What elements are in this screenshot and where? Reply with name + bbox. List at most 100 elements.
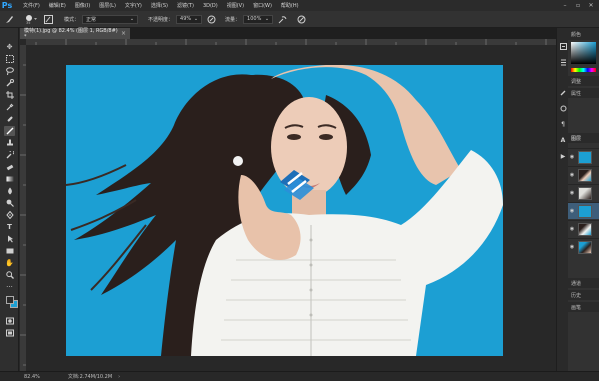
photoshop-logo: Ps [1, 1, 13, 10]
status-bar: 82.4% 文档:2.74M/10.2M › [0, 371, 599, 381]
opacity-label: 不透明度： [148, 16, 174, 23]
zoom-level[interactable]: 82.4% [24, 374, 40, 380]
properties-panel-icon[interactable] [559, 58, 567, 66]
layer-row[interactable]: ◉ [568, 184, 599, 201]
channels-label[interactable]: 通道 [571, 280, 581, 287]
quick-select-icon[interactable] [4, 78, 15, 88]
opacity-value: 49% [180, 16, 192, 22]
screen-mode-icon[interactable] [4, 328, 15, 338]
document-tab-bar: 模特(1).jpg @ 82.4% (图层 1, RGB/8#) * × [20, 28, 556, 40]
layers-label[interactable]: 图层 [571, 135, 581, 142]
brush-icon[interactable] [4, 126, 15, 136]
layer-thumbnail [578, 240, 592, 254]
close-icon[interactable]: × [121, 30, 126, 37]
brush-panel-icon[interactable] [559, 88, 567, 96]
eyedropper-icon[interactable] [4, 102, 15, 112]
eye-icon[interactable]: ◉ [568, 154, 576, 160]
vertical-ruler [20, 45, 26, 371]
eye-icon[interactable]: ◉ [568, 208, 576, 214]
chevron-down-icon: ⌄ [193, 16, 199, 22]
adjustments-header: 调整 [568, 76, 599, 86]
menu-type[interactable]: 文字(Y) [125, 2, 142, 9]
menu-help[interactable]: 帮助(H) [281, 2, 299, 9]
lasso-icon[interactable] [4, 66, 15, 76]
pressure-size-icon[interactable] [296, 14, 307, 25]
menu-filter[interactable]: 滤镜(T) [177, 2, 194, 9]
path-select-icon[interactable] [4, 234, 15, 244]
pressure-opacity-icon[interactable] [206, 14, 217, 25]
layer-row-selected[interactable]: ◉ [568, 202, 599, 219]
eraser-icon[interactable] [4, 162, 15, 172]
actions-panel-icon[interactable]: ▶ [559, 152, 567, 160]
horizontal-ruler [26, 39, 556, 45]
airbrush-icon[interactable] [277, 14, 288, 25]
clone-stamp-icon[interactable] [4, 138, 15, 148]
layer-row[interactable]: ◉ [568, 148, 599, 165]
menu-edit[interactable]: 编辑(E) [49, 2, 66, 9]
shape-icon[interactable] [4, 246, 15, 256]
canvas-image[interactable] [66, 65, 503, 356]
restore-icon[interactable]: ▫ [573, 1, 583, 10]
color-panel-label: 颜色 [571, 32, 582, 38]
layer-thumbnail [578, 222, 592, 236]
color-picker-field[interactable] [571, 42, 596, 64]
menu-select[interactable]: 选择(S) [151, 2, 168, 9]
history-panel-icon[interactable] [559, 42, 567, 50]
eye-icon[interactable]: ◉ [568, 226, 576, 232]
eye-icon[interactable]: ◉ [568, 172, 576, 178]
minimize-icon[interactable]: – [560, 1, 570, 10]
clone-source-icon[interactable] [559, 104, 567, 112]
menu-image[interactable]: 图像(I) [75, 2, 90, 9]
history-brush-icon[interactable] [4, 150, 15, 160]
panel-icon-strip: ¶ A ▶ [556, 28, 568, 371]
layer-row[interactable]: ◉ [568, 238, 599, 255]
layer-row[interactable]: ◉ [568, 166, 599, 183]
crop-icon[interactable] [4, 90, 15, 100]
quick-mask-icon[interactable] [4, 316, 15, 326]
brush-preset-picker[interactable]: 35 [23, 14, 39, 25]
menu-window[interactable]: 窗口(W) [253, 2, 272, 9]
menu-view[interactable]: 视图(V) [227, 2, 244, 9]
tools-panel: ✥ T ✋ ··· [0, 28, 19, 371]
history-header: 历史 [568, 290, 599, 300]
brush-tool-icon[interactable] [4, 14, 15, 25]
blur-icon[interactable] [4, 186, 15, 196]
brush-panel-toggle-icon[interactable] [43, 14, 54, 25]
type-icon[interactable]: T [4, 222, 15, 232]
document-tab[interactable]: 模特(1).jpg @ 82.4% (图层 1, RGB/8#) * × [20, 28, 130, 40]
close-window-icon[interactable]: ✕ [586, 1, 596, 10]
color-swatches[interactable] [2, 294, 18, 310]
mode-label: 模式： [64, 16, 80, 23]
chevron-right-icon[interactable]: › [118, 374, 120, 380]
foreground-color-swatch[interactable] [6, 296, 14, 304]
character-panel-icon[interactable]: A [559, 136, 567, 144]
history-label[interactable]: 历史 [571, 292, 581, 299]
move-icon[interactable]: ✥ [4, 42, 15, 52]
gradient-icon[interactable] [4, 174, 15, 184]
zoom-icon[interactable] [4, 270, 15, 280]
menu-file[interactable]: 文件(F) [23, 2, 40, 9]
layer-row[interactable]: ◉ [568, 220, 599, 237]
opacity-input[interactable]: 49% ⌄ [176, 14, 203, 24]
dodge-icon[interactable] [4, 198, 15, 208]
menu-3d[interactable]: 3D(D) [203, 3, 218, 9]
channels-header: 通道 [568, 278, 599, 288]
flow-label: 流量： [225, 16, 241, 23]
flow-value: 100% [247, 16, 262, 22]
hand-icon[interactable]: ✋ [4, 258, 15, 268]
pen-icon[interactable] [4, 210, 15, 220]
more-tools-icon[interactable]: ··· [4, 282, 15, 292]
paragraph-panel-icon[interactable]: ¶ [559, 120, 567, 128]
menu-layer[interactable]: 图层(L) [99, 2, 116, 9]
layer-thumbnail [578, 204, 592, 218]
healing-icon[interactable] [4, 114, 15, 124]
eye-icon[interactable]: ◉ [568, 190, 576, 196]
layer-thumbnail [578, 168, 592, 182]
hue-slider[interactable] [571, 68, 596, 72]
brush-label[interactable]: 画笔 [571, 304, 581, 311]
document-size: 文档:2.74M/10.2M [67, 374, 113, 380]
marquee-icon[interactable] [4, 54, 15, 64]
eye-icon[interactable]: ◉ [568, 244, 576, 250]
mode-select[interactable]: 正常 ⌄ [82, 14, 139, 24]
flow-input[interactable]: 100% ⌄ [243, 14, 274, 24]
